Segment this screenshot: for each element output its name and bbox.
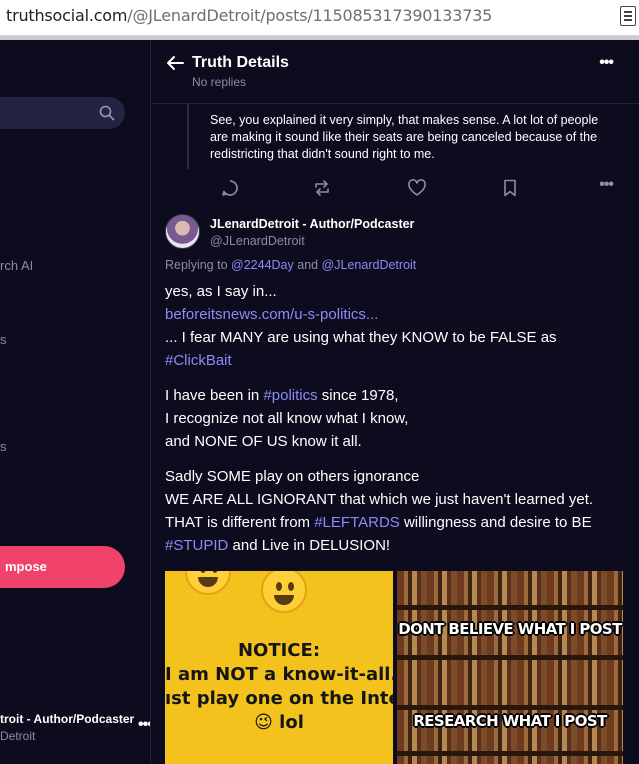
post-text: I recognize not all know what I know, [165, 410, 409, 427]
author-handle[interactable]: @JLenardDetroit [210, 234, 305, 248]
image-caption-line: 😉 lol [254, 712, 304, 733]
url-domain: truthsocial.com [6, 6, 128, 25]
compose-button[interactable]: mpose [0, 546, 125, 588]
meme-bottom-text: RESEARCH WHAT I POST [413, 712, 607, 730]
post-text: Sadly SOME play on others ignorance [165, 468, 420, 485]
article-link[interactable]: beforeitsnews.com/u-s-politics... [165, 306, 378, 323]
post-text: and Live in DELUSION! [232, 537, 391, 554]
shelf [397, 751, 623, 756]
post-text: yes, as I say in... [165, 283, 277, 300]
bookmark-icon[interactable] [500, 178, 520, 198]
hashtag-link[interactable]: #LEFTARDS [314, 514, 400, 531]
shelf [397, 605, 623, 610]
page-header: Truth Details No replies ••• [152, 40, 639, 104]
image-caption-line: NOTICE: [237, 640, 321, 661]
post-more-icon[interactable]: ••• [599, 176, 614, 194]
avatar[interactable] [165, 214, 200, 249]
header-more-icon[interactable]: ••• [599, 54, 614, 72]
post-text: I have been in [165, 387, 260, 404]
reply-icon[interactable] [220, 178, 240, 198]
author-name[interactable]: JLenardDetroit - Author/Podcaster [210, 217, 414, 231]
retruth-icon[interactable] [312, 178, 332, 198]
browser-url-bar[interactable]: truthsocial.com/@JLenardDetroit/posts/11… [0, 0, 639, 36]
emoji-face-icon [185, 571, 231, 595]
hashtag-link[interactable]: #STUPID [165, 537, 228, 554]
main-column: Truth Details No replies ••• See, you ex… [152, 40, 639, 764]
post-paragraph: yes, as I say in... beforeitsnews.com/u-… [165, 280, 625, 372]
hashtag-link[interactable]: #politics [263, 387, 317, 404]
replying-and: and [297, 258, 319, 272]
post-text: THAT is different from [165, 514, 311, 531]
meme-top-text: DONT BELIEVE WHAT I POST [398, 620, 622, 638]
compose-label: mpose [5, 559, 47, 574]
reply-user-link[interactable]: @2244Day [231, 258, 294, 272]
sidebar-item-search-ai[interactable]: rch AI [0, 258, 33, 273]
post-image-bookshelf[interactable]: DONT BELIEVE WHAT I POST RESEARCH WHAT I… [397, 571, 623, 764]
post-body: yes, as I say in... beforeitsnews.com/u-… [165, 280, 625, 569]
hashtag-link[interactable]: #ClickBait [165, 352, 232, 369]
back-arrow-icon[interactable] [166, 55, 184, 71]
post-text: WE ARE ALL IGNORANT that which we just h… [165, 491, 594, 508]
reply-user-link[interactable]: @JLenardDetroit [322, 258, 417, 272]
image-caption-line: I am NOT a know-it-all... [165, 664, 393, 685]
post-image-notice[interactable]: NOTICE: I am NOT a know-it-all... ıst pl… [165, 571, 393, 764]
account-handle: Detroit [0, 729, 36, 743]
post-paragraph: Sadly SOME play on others ignorance WE A… [165, 465, 625, 557]
post-text: ... I fear MANY are using what they KNOW… [165, 329, 557, 346]
post-actions: ••• [152, 176, 639, 200]
search-input[interactable] [0, 97, 125, 129]
url-text[interactable]: truthsocial.com/@JLenardDetroit/posts/11… [6, 6, 492, 25]
url-path: /@JLenardDetroit/posts/11508531739013373… [127, 6, 493, 25]
emoji-face-icon [261, 571, 307, 613]
post-text: willingness and desire to BE [403, 514, 592, 531]
left-sidebar: rch AI s s mpose troit - Author/Podcaste… [0, 40, 151, 764]
like-icon[interactable] [407, 178, 427, 198]
search-icon [99, 105, 115, 121]
image-caption-line: ıst play one on the Intern [165, 688, 393, 709]
post-paragraph: I have been in #politics since 1978, I r… [165, 384, 625, 453]
replying-to: Replying to @2244Day and @JLenardDetroit [165, 258, 416, 272]
sidebar-item-partial[interactable]: s [0, 439, 7, 454]
shelf [397, 705, 623, 710]
account-name[interactable]: troit - Author/Podcaster [0, 712, 134, 726]
reader-view-icon[interactable] [620, 6, 636, 26]
sidebar-item-partial[interactable]: s [0, 332, 7, 347]
post-text: since 1978, [321, 387, 399, 404]
page-title: Truth Details [192, 54, 289, 71]
reply-count: No replies [192, 75, 247, 89]
account-more-icon[interactable]: ••• [138, 716, 150, 734]
post-text: and NONE OF US know it all. [165, 433, 362, 450]
thread-line [187, 104, 189, 169]
image-caption: NOTICE: I am NOT a know-it-all... ıst pl… [165, 639, 393, 735]
previous-post-text: See, you explained it very simply, that … [210, 113, 599, 161]
shelf [397, 655, 623, 660]
replying-prefix: Replying to [165, 258, 228, 272]
